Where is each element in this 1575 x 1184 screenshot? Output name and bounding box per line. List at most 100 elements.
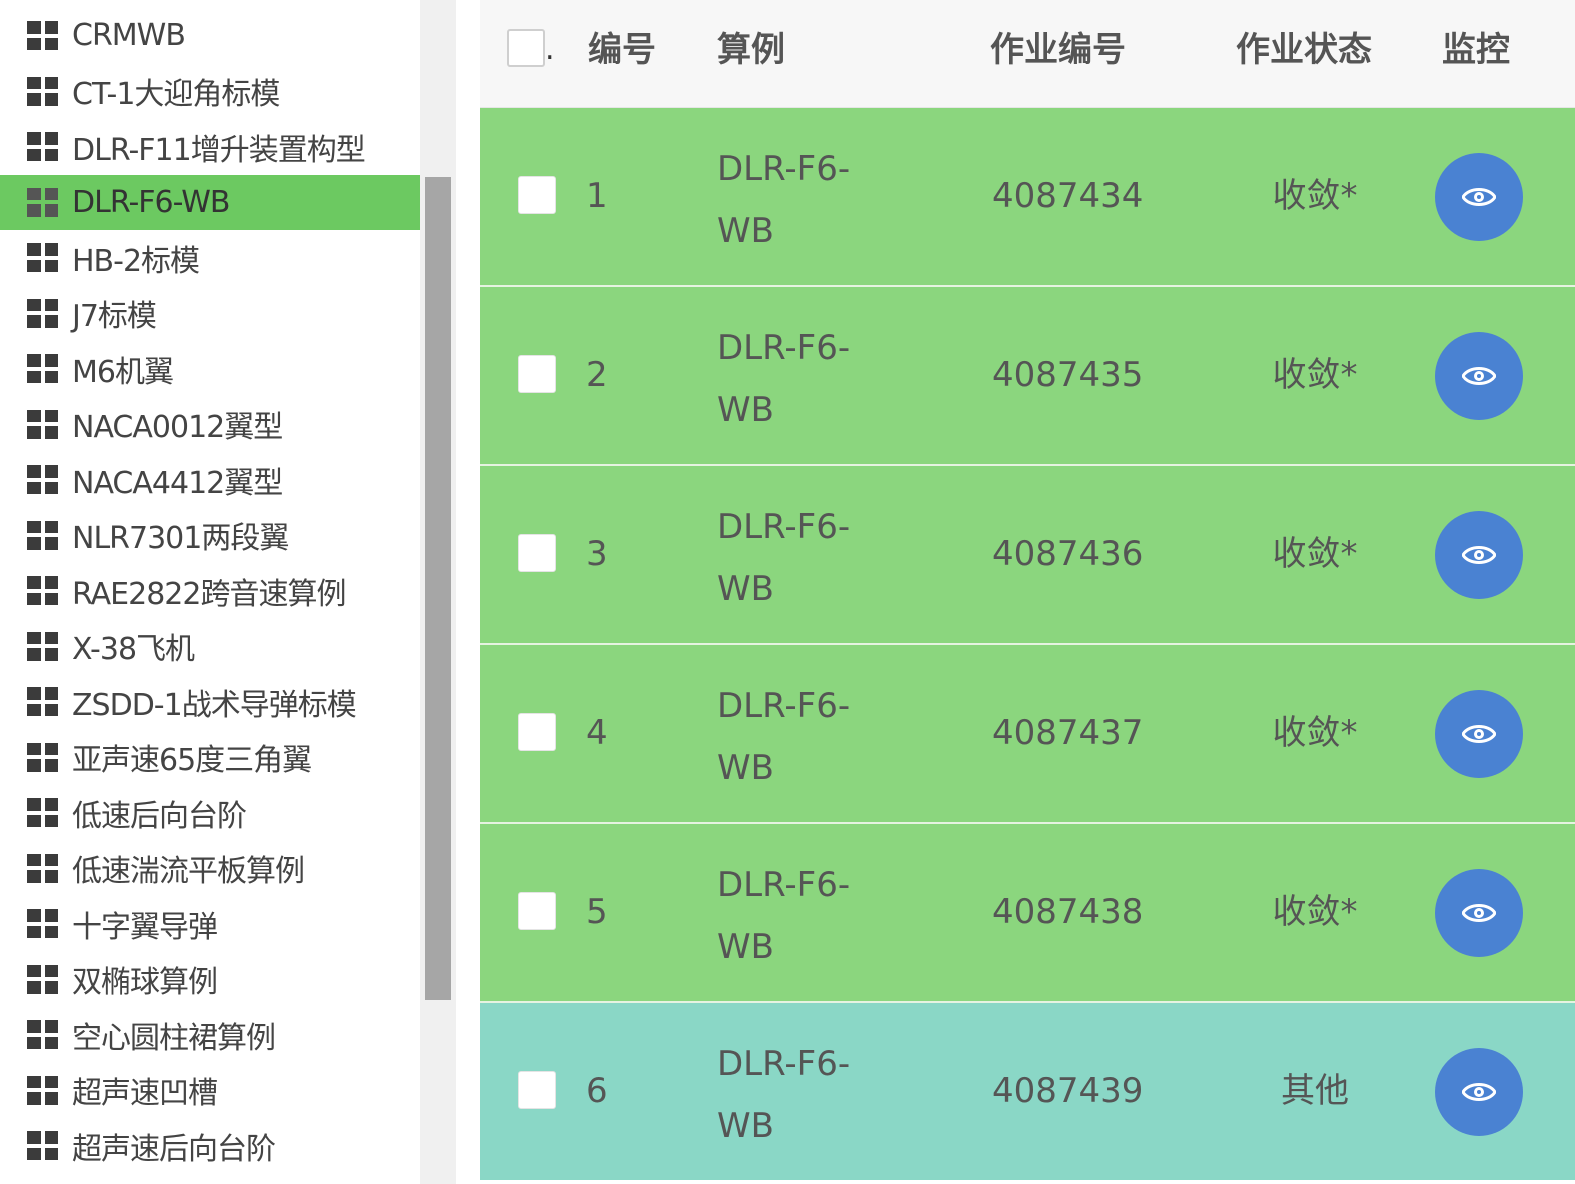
row-checkbox[interactable] xyxy=(518,534,556,572)
sidebar-item[interactable]: J7标模 xyxy=(0,286,420,342)
grid-icon xyxy=(27,354,58,384)
sidebar-item[interactable]: NLR7301两段翼 xyxy=(0,508,420,564)
sidebar-item[interactable]: 双椭球算例 xyxy=(0,952,420,1008)
header-monitor[interactable]: 监控 xyxy=(1442,0,1510,100)
row-status: 收敛* xyxy=(1272,713,1358,753)
header-index[interactable]: 编号 xyxy=(588,0,656,100)
row-checkbox[interactable] xyxy=(518,892,556,930)
row-job-id: 4087437 xyxy=(992,713,1144,753)
sidebar-item[interactable]: X-38飞机 xyxy=(0,619,420,675)
sidebar-item-label: DLR-F6-WB xyxy=(72,184,230,220)
grid-icon xyxy=(27,243,58,273)
row-checkbox[interactable] xyxy=(518,355,556,393)
sidebar-item[interactable]: 低速后向台阶 xyxy=(0,785,420,841)
row-status: 收敛* xyxy=(1272,534,1358,574)
row-case: DLR-F6-WB xyxy=(717,865,851,967)
row-index: 1 xyxy=(586,176,608,216)
sidebar-item-label: 十字翼导弹 xyxy=(72,909,218,945)
row-index: 2 xyxy=(586,355,608,395)
row-checkbox[interactable] xyxy=(518,1071,556,1109)
table-row[interactable]: 2 DLR-F6-WB 4087435 收敛* xyxy=(480,287,1575,466)
sidebar-item[interactable]: M6机翼 xyxy=(0,341,420,397)
row-job-id: 4087438 xyxy=(992,892,1144,932)
sidebar-item[interactable]: 超声速凹槽 xyxy=(0,1063,420,1119)
eye-icon xyxy=(1462,546,1496,564)
grid-icon xyxy=(27,520,58,550)
table-row[interactable]: 5 DLR-F6-WB 4087438 收敛* xyxy=(480,824,1575,1003)
header-status[interactable]: 作业状态 xyxy=(1236,0,1372,100)
table-row[interactable]: 3 DLR-F6-WB 4087436 收敛* xyxy=(480,466,1575,645)
sidebar-item-label: ZSDD-1战术导弹标模 xyxy=(72,687,357,723)
grid-icon xyxy=(27,298,58,328)
sidebar-item[interactable]: 十字翼导弹 xyxy=(0,896,420,952)
monitor-button[interactable] xyxy=(1435,690,1523,778)
sidebar-item[interactable]: HB-2标模 xyxy=(0,230,420,286)
row-index: 4 xyxy=(586,713,608,753)
sidebar-item-label: DLR-F11增升装置构型 xyxy=(72,132,366,168)
eye-icon xyxy=(1462,725,1496,743)
row-case: DLR-F6-WB xyxy=(717,686,851,788)
sidebar-item[interactable]: NACA4412翼型 xyxy=(0,452,420,508)
sidebar-item[interactable]: 亚声速65度三角翼 xyxy=(0,730,420,786)
table-row[interactable]: 6 DLR-F6-WB 4087439 其他 xyxy=(480,1003,1575,1180)
table-body: 1 DLR-F6-WB 4087434 收敛* 2 DLR-F6-WB 4087435 收敛*… xyxy=(480,108,1575,1180)
divider xyxy=(456,0,480,1184)
select-all-checkbox[interactable] xyxy=(507,29,545,67)
row-status: 收敛* xyxy=(1272,176,1358,216)
grid-icon xyxy=(27,1075,58,1105)
header-dot: . xyxy=(545,32,555,67)
header-job-id[interactable]: 作业编号 xyxy=(990,0,1126,100)
sidebar-item-label: NACA4412翼型 xyxy=(72,465,283,501)
sidebar-item[interactable]: CRMWB xyxy=(0,8,420,64)
sidebar-item-label: 空心圆柱裙算例 xyxy=(72,1020,276,1056)
grid-icon xyxy=(27,742,58,772)
grid-icon xyxy=(27,187,58,217)
grid-icon xyxy=(27,853,58,883)
row-checkbox[interactable] xyxy=(518,176,556,214)
grid-icon xyxy=(27,1020,58,1050)
monitor-button[interactable] xyxy=(1435,511,1523,599)
sidebar-item[interactable]: NACA0012翼型 xyxy=(0,397,420,453)
row-case: DLR-F6-WB xyxy=(717,149,851,251)
sidebar-item[interactable]: ZSDD-1战术导弹标模 xyxy=(0,674,420,730)
sidebar-item[interactable]: RAE2822跨音速算例 xyxy=(0,563,420,619)
monitor-button[interactable] xyxy=(1435,153,1523,241)
sidebar-item-label: NACA0012翼型 xyxy=(72,410,283,446)
row-case: DLR-F6-WB xyxy=(717,1044,851,1146)
sidebar-scrollbar-thumb[interactable] xyxy=(425,177,451,1000)
row-job-id: 4087435 xyxy=(992,355,1144,395)
eye-icon xyxy=(1462,904,1496,922)
monitor-button[interactable] xyxy=(1435,1048,1523,1136)
sidebar-item-label: X-38飞机 xyxy=(72,632,195,668)
sidebar-item[interactable]: 低速湍流平板算例 xyxy=(0,841,420,897)
sidebar-scrollbar[interactable] xyxy=(420,0,456,1184)
row-job-id: 4087439 xyxy=(992,1071,1144,1111)
grid-icon xyxy=(27,1131,58,1161)
row-index: 6 xyxy=(586,1071,608,1111)
grid-icon xyxy=(27,21,58,51)
monitor-button[interactable] xyxy=(1435,332,1523,420)
sidebar-item-label: HB-2标模 xyxy=(72,243,200,279)
sidebar-item-label: CT-1大迎角标模 xyxy=(72,77,280,113)
row-index: 5 xyxy=(586,892,608,932)
row-status: 其他 xyxy=(1281,1071,1349,1111)
sidebar-item[interactable]: 超声速后向台阶 xyxy=(0,1118,420,1174)
row-checkbox[interactable] xyxy=(518,713,556,751)
sidebar-item[interactable]: 空心圆柱裙算例 xyxy=(0,1007,420,1063)
sidebar-item[interactable]: DLR-F6-WB xyxy=(0,174,420,230)
table-row[interactable]: 4 DLR-F6-WB 4087437 收敛* xyxy=(480,645,1575,824)
grid-icon xyxy=(27,687,58,717)
row-case: DLR-F6-WB xyxy=(717,328,851,430)
table-header: . 编号 算例 作业编号 作业状态 监控 xyxy=(480,0,1575,109)
sidebar-item[interactable]: DLR-F11增升装置构型 xyxy=(0,119,420,175)
sidebar-item-label: 超声速后向台阶 xyxy=(72,1131,276,1167)
grid-icon xyxy=(27,798,58,828)
monitor-button[interactable] xyxy=(1435,869,1523,957)
table-row[interactable]: 1 DLR-F6-WB 4087434 收敛* xyxy=(480,108,1575,287)
case-sidebar: CRMWB CT-1大迎角标模 DLR-F11增升装置构型 DLR-F6-WB HB-2… xyxy=(0,0,420,1184)
grid-icon xyxy=(27,576,58,606)
header-case[interactable]: 算例 xyxy=(717,0,785,100)
sidebar-item[interactable]: CT-1大迎角标模 xyxy=(0,64,420,120)
eye-icon xyxy=(1462,188,1496,206)
sidebar-item-label: 低速湍流平板算例 xyxy=(72,854,305,890)
